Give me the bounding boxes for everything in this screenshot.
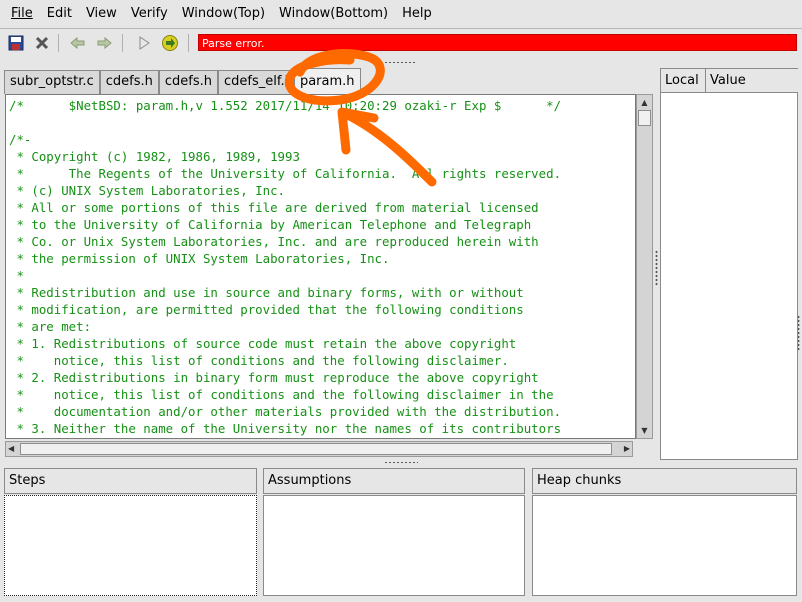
menubar: File Edit View Verify Window(Top) Window… <box>0 0 802 28</box>
menu-file-label: File <box>11 6 33 21</box>
splitter-grip-bottom[interactable] <box>384 461 418 464</box>
code-line: * 3. Neither the name of the University … <box>9 421 562 436</box>
menu-verify[interactable]: Verify <box>124 0 175 28</box>
tab-cdefs-2[interactable]: cdefs.h <box>158 70 218 94</box>
save-icon <box>8 35 24 51</box>
column-local[interactable]: Local <box>661 69 706 93</box>
code-line: * Redistribution and use in source and b… <box>9 285 524 300</box>
menu-view[interactable]: View <box>79 0 124 28</box>
file-tabs: subr_optstr.c cdefs.h cdefs.h cdefs_elf.… <box>4 68 361 95</box>
status-message: Parse error. <box>198 34 797 51</box>
close-icon <box>35 36 49 50</box>
code-line: * (c) UNIX System Laboratories, Inc. <box>9 183 286 198</box>
assumptions-list[interactable] <box>263 495 525 596</box>
toolbar-separator <box>122 34 123 52</box>
code-line: * modification, are permitted provided t… <box>9 302 524 317</box>
heap-chunks-pane: Heap chunks <box>532 468 797 596</box>
code-line: /* $NetBSD: param.h,v 1.552 2017/11/14 1… <box>9 98 562 113</box>
scroll-down-icon[interactable]: ▼ <box>638 424 651 437</box>
splitter-grip-top[interactable] <box>380 61 416 64</box>
code-line: * Copyright (c) 1982, 1986, 1989, 1993 <box>9 149 300 164</box>
steps-pane: Steps <box>4 468 257 596</box>
forward-icon <box>97 36 112 50</box>
variables-table[interactable]: Local Value <box>660 68 798 460</box>
scroll-right-icon[interactable]: ▶ <box>624 442 630 456</box>
menu-file[interactable]: File <box>4 0 40 28</box>
menubar-divider <box>0 28 802 29</box>
assumptions-header: Assumptions <box>263 468 525 494</box>
menu-help[interactable]: Help <box>395 0 439 28</box>
hscroll-thumb[interactable] <box>20 443 612 455</box>
app-window: File Edit View Verify Window(Top) Window… <box>0 0 802 602</box>
code-line: * are met: <box>9 319 92 334</box>
code-line: /*- <box>9 132 32 147</box>
scroll-left-icon[interactable]: ◀ <box>8 442 14 456</box>
forward-button[interactable] <box>94 33 114 53</box>
toolbar-separator <box>58 34 59 52</box>
code-line: * to the University of California by Ame… <box>9 217 532 232</box>
save-button[interactable] <box>6 33 26 53</box>
heap-chunks-list[interactable] <box>532 495 797 596</box>
steps-list[interactable] <box>4 495 257 596</box>
editor-horizontal-scrollbar[interactable]: ◀ ▶ <box>5 441 633 457</box>
tab-cdefs-1[interactable]: cdefs.h <box>99 70 159 94</box>
code-line: * 2. Redistributions in binary form must… <box>9 370 539 385</box>
code-line: * Co. or Unix System Laboratories, Inc. … <box>9 234 539 249</box>
code-line: * 1. Redistributions of source code must… <box>9 336 517 351</box>
steps-header: Steps <box>4 468 257 494</box>
code-line: * notice, this list of conditions and th… <box>9 387 554 402</box>
back-button[interactable] <box>68 33 88 53</box>
step-into-icon <box>162 35 178 51</box>
tab-param[interactable]: param.h <box>293 68 361 95</box>
menu-window-bottom[interactable]: Window(Bottom) <box>272 0 395 28</box>
back-icon <box>70 36 85 50</box>
editor-vertical-scrollbar[interactable]: ▲ ▼ <box>636 94 653 439</box>
source-code: /* $NetBSD: param.h,v 1.552 2017/11/14 1… <box>6 95 635 437</box>
run-button[interactable] <box>134 33 154 53</box>
scroll-up-icon[interactable]: ▲ <box>638 96 651 109</box>
code-line: * documentation and/or other materials p… <box>9 404 562 419</box>
splitter-grip-vertical[interactable] <box>655 250 658 286</box>
scroll-thumb[interactable] <box>638 110 651 126</box>
heap-chunks-header: Heap chunks <box>532 468 797 494</box>
play-icon <box>139 36 150 50</box>
code-line: * <box>9 268 24 283</box>
code-line: * All or some portions of this file are … <box>9 200 539 215</box>
tab-subr-optstr[interactable]: subr_optstr.c <box>4 70 100 94</box>
code-line: * notice, this list of conditions and th… <box>9 353 509 368</box>
assumptions-pane: Assumptions <box>263 468 525 596</box>
toolbar-separator <box>188 34 189 52</box>
code-line: * the permission of UNIX System Laborato… <box>9 251 390 266</box>
step-button[interactable] <box>160 33 180 53</box>
code-line: * The Regents of the University of Calif… <box>9 166 562 181</box>
source-editor[interactable]: /* $NetBSD: param.h,v 1.552 2017/11/14 1… <box>5 94 636 439</box>
menu-edit[interactable]: Edit <box>40 0 79 28</box>
column-value[interactable]: Value <box>706 69 798 93</box>
close-file-button[interactable] <box>32 33 52 53</box>
menu-window-top[interactable]: Window(Top) <box>175 0 272 28</box>
tab-cdefs-elf[interactable]: cdefs_elf.h <box>217 70 294 94</box>
